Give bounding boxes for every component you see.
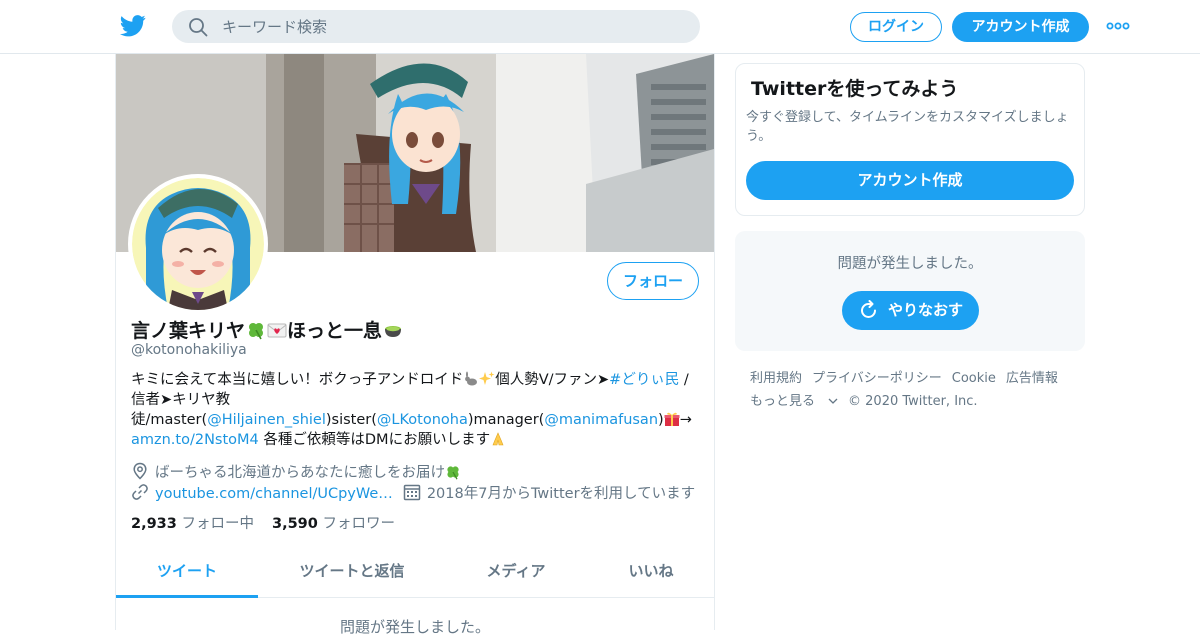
more-dots-icon[interactable]: [1106, 20, 1130, 32]
chevron-down-icon: [828, 398, 838, 404]
profile-handle[interactable]: @kotonohakiliya: [131, 342, 247, 358]
display-name-text: 言ノ葉キリヤ: [131, 320, 246, 342]
bio-text: 各種ご依頼等はDMにお願いします: [258, 432, 491, 448]
bio-mention-link[interactable]: @LKotonoha: [377, 412, 468, 428]
link-icon: [132, 484, 148, 500]
profile-display-name: 言ノ葉キリヤ ほっと一息: [131, 316, 403, 343]
bio-text: )sister(: [325, 412, 377, 428]
bio-text: 個人勢V/ファン➤: [495, 372, 610, 388]
followers-stat[interactable]: 3,590 フォロワー: [272, 516, 395, 532]
profile-url-link[interactable]: youtube.com/channel/UCpyWe…: [155, 486, 393, 502]
footer-more-label: もっと見る: [750, 394, 816, 409]
tab-tweets[interactable]: ツイート: [116, 549, 258, 598]
signup-card-description: 今すぐ登録して、タイムラインをカスタマイズしましょう。: [746, 110, 1069, 144]
signup-card-title: Twitterを使ってみよう: [751, 78, 959, 100]
display-name-suffix: ほっと一息: [287, 320, 383, 342]
bio-mention-link[interactable]: @manimafusan: [544, 412, 658, 428]
following-stat[interactable]: 2,933 フォロー中: [131, 516, 254, 532]
followers-count: 3,590: [271, 516, 318, 532]
profile-url-and-joined: youtube.com/channel/UCpyWe… 2018年7月からTwit…: [131, 482, 695, 503]
search-input[interactable]: [222, 10, 682, 43]
location-pin-icon: [133, 462, 147, 480]
footer-terms-link[interactable]: 利用規約: [750, 371, 802, 386]
rabbit-icon: [465, 371, 478, 386]
tab-likes[interactable]: いいね: [606, 549, 696, 598]
four-leaf-clover-icon: [447, 466, 459, 480]
top-navigation-bar: ログイン アカウント作成: [0, 0, 1200, 54]
login-button[interactable]: ログイン: [850, 12, 942, 42]
retry-label: やりなおす: [888, 301, 964, 319]
error-card-message: 問題が発生しました。: [837, 256, 983, 272]
bio-text: )manager(: [467, 412, 545, 428]
signup-card-button[interactable]: アカウント作成: [746, 161, 1074, 200]
profile-stats: 2,933 フォロー中 3,590 フォロワー: [131, 512, 395, 533]
followers-label: フォロワー: [322, 516, 395, 532]
footer-privacy-link[interactable]: プライバシーポリシー: [812, 371, 942, 386]
profile-tabs: ツイート ツイートと返信 メディア いいね: [116, 549, 714, 598]
bio-text: キミに会えて本当に嬉しい！ボクっ子アンドロイド: [131, 372, 464, 388]
avatar[interactable]: [128, 174, 268, 314]
search-box: [172, 10, 700, 43]
location-text: ばーちゃる北海道からあなたに癒しをお届け: [155, 465, 445, 481]
joined-date-text: 2018年7月からTwitterを利用しています: [426, 486, 696, 502]
four-leaf-clover-icon: [249, 323, 264, 340]
profile-column: フォロー 言ノ葉キリヤ ほっと一息 @kotonohakiliya キミに会えて本…: [115, 54, 715, 636]
refresh-icon: [861, 300, 876, 318]
bio-text: →: [679, 412, 692, 428]
error-card: 問題が発生しました。 やりなおす: [735, 231, 1085, 351]
following-label: フォロー中: [181, 516, 254, 532]
sparkles-icon: [479, 371, 495, 385]
tab-media[interactable]: メディア: [466, 549, 566, 598]
signup-button[interactable]: アカウント作成: [952, 12, 1089, 42]
bio-url-link[interactable]: amzn.to/2NstoM4: [131, 432, 259, 448]
signup-card: Twitterを使ってみよう 今すぐ登録して、タイムラインをカスタマイズしましょ…: [735, 63, 1085, 216]
footer-links: 利用規約 プライバシーポリシー Cookie 広告情報もっと見る © 2020 Twit…: [750, 367, 1080, 413]
folded-hands-icon: [492, 432, 504, 446]
follow-button[interactable]: フォロー: [607, 262, 699, 300]
tea-cup-icon: [385, 326, 402, 337]
retry-button[interactable]: やりなおす: [842, 291, 979, 330]
timeline-error-message: 問題が発生しました。: [339, 618, 490, 636]
footer-more-link[interactable]: もっと見る: [750, 394, 838, 409]
twitter-bird-icon[interactable]: [120, 14, 146, 38]
tab-tweets-and-replies[interactable]: ツイートと返信: [286, 549, 418, 598]
bio-mention-link[interactable]: @Hiljainen_shiel: [207, 412, 326, 428]
bio-hashtag-link[interactable]: #どりぃ民: [609, 372, 679, 388]
profile-bio: キミに会えて本当に嬉しい！ボクっ子アンドロイド 個人勢V/ファン➤#どりぃ民 /信…: [131, 370, 701, 450]
love-letter-icon: [267, 323, 287, 338]
profile-location: ばーちゃる北海道からあなたに癒しをお届け: [131, 461, 461, 482]
gift-icon: [664, 412, 680, 426]
following-count: 2,933: [131, 516, 177, 532]
search-icon: [189, 18, 208, 37]
footer-ads-link[interactable]: 広告情報: [1006, 371, 1058, 386]
footer-copyright: © 2020 Twitter, Inc.: [848, 394, 978, 409]
calendar-icon: [403, 484, 421, 501]
footer-cookie-link[interactable]: Cookie: [952, 371, 996, 386]
